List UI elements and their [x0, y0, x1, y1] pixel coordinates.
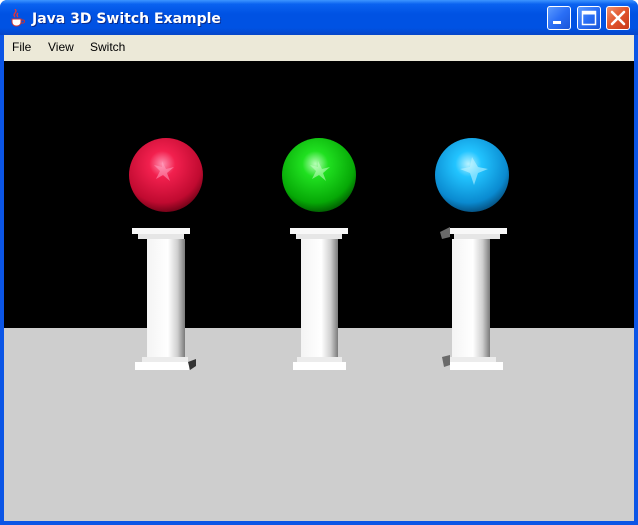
app-window: Java 3D Switch Example File View Switch [0, 0, 638, 525]
pillar-left [132, 228, 196, 370]
blue-sphere[interactable] [435, 138, 509, 212]
title-bar[interactable]: Java 3D Switch Example [0, 0, 638, 35]
window-title: Java 3D Switch Example [32, 11, 221, 27]
minimize-button[interactable] [547, 6, 571, 30]
menu-bar: File View Switch [4, 35, 634, 60]
maximize-button[interactable] [577, 6, 601, 30]
pillar-right [440, 227, 507, 370]
green-sphere[interactable] [282, 138, 356, 212]
menu-switch[interactable]: Switch [90, 40, 125, 54]
close-icon [610, 10, 626, 26]
3d-canvas[interactable] [4, 61, 634, 521]
pillar-middle [290, 228, 348, 370]
java-cup-icon [11, 9, 25, 27]
menu-view[interactable]: View [48, 40, 74, 54]
red-sphere[interactable] [129, 138, 203, 212]
maximize-icon [581, 10, 597, 26]
close-button[interactable] [606, 6, 630, 30]
scene-svg [129, 138, 509, 370]
minimize-icon [553, 21, 561, 24]
window-content: File View Switch [4, 35, 634, 521]
menu-file[interactable]: File [12, 40, 31, 54]
